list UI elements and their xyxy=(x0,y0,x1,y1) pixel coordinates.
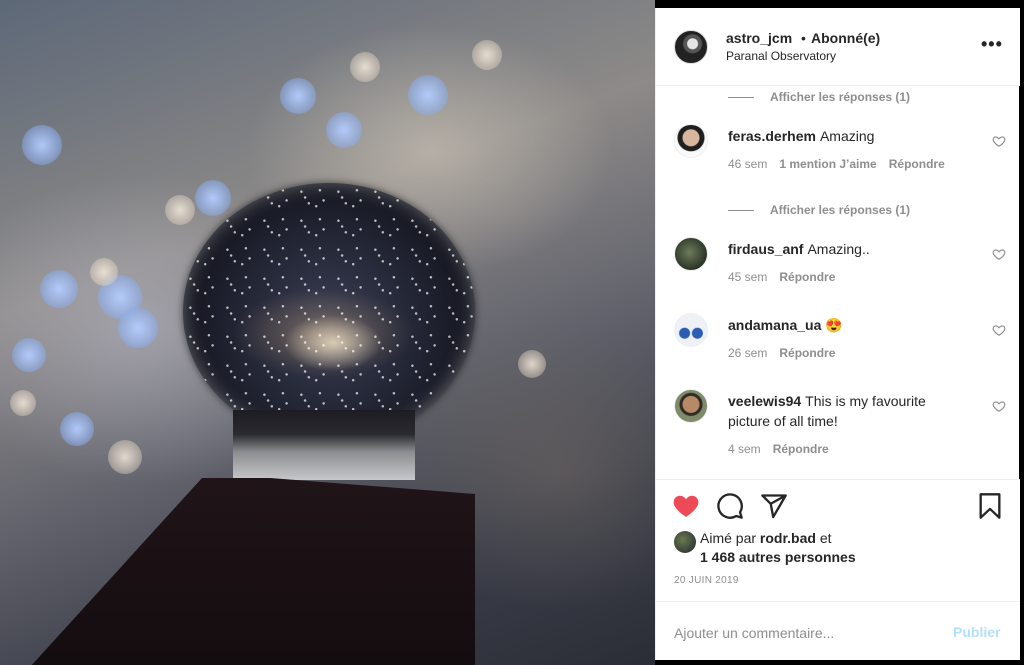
bokeh-light xyxy=(280,78,316,114)
crystal-ball xyxy=(183,183,475,441)
likes-count[interactable]: 1 468 autres personnes xyxy=(700,549,856,565)
like-comment-heart-icon[interactable] xyxy=(992,134,1006,148)
liked-by-prefix: Aimé par xyxy=(700,530,757,546)
comments-list[interactable]: Afficher les réponses (1) feras.derhem Am… xyxy=(656,86,1020,479)
view-replies-label: Afficher les réponses (1) xyxy=(770,90,911,104)
bookmark-icon[interactable] xyxy=(976,492,1004,520)
view-replies-label: Afficher les réponses (1) xyxy=(770,203,911,217)
more-options-icon[interactable]: ••• xyxy=(981,34,1003,55)
liked-by-user[interactable]: rodr.bad xyxy=(760,530,816,546)
post-header: astro_jcm • Abonné(e) Paranal Observator… xyxy=(656,8,1020,86)
post-location[interactable]: Paranal Observatory xyxy=(726,49,836,63)
view-replies-button[interactable]: Afficher les réponses (1) xyxy=(728,203,910,221)
bokeh-light xyxy=(60,412,94,446)
comment-username[interactable]: andamana_ua xyxy=(728,317,821,333)
bokeh-light xyxy=(108,440,142,474)
separator-dot: • xyxy=(801,30,806,46)
comment-username[interactable]: veelewis94 xyxy=(728,393,801,409)
comment-body: 😍 xyxy=(825,317,843,333)
bokeh-light xyxy=(10,390,36,416)
comment-likes[interactable]: 1 mention J’aime xyxy=(779,157,876,171)
avatar[interactable] xyxy=(674,313,708,347)
bokeh-light xyxy=(472,40,502,70)
comment-body: Amazing xyxy=(819,128,875,144)
bokeh-light xyxy=(165,195,195,225)
bokeh-light xyxy=(408,75,448,115)
reply-button[interactable]: Répondre xyxy=(779,346,835,360)
author-username[interactable]: astro_jcm xyxy=(726,30,792,46)
like-comment-heart-icon[interactable] xyxy=(992,247,1006,261)
like-comment-heart-icon[interactable] xyxy=(992,399,1006,413)
bokeh-light xyxy=(40,270,78,308)
comment-icon[interactable] xyxy=(716,492,744,520)
comment-body: Amazing.. xyxy=(807,241,870,257)
liker-avatar[interactable] xyxy=(674,531,696,553)
bokeh-light xyxy=(195,180,231,216)
comment-text: veelewis94 This is my favourite picture o… xyxy=(728,391,968,431)
publish-button[interactable]: Publier xyxy=(953,624,1000,640)
avatar[interactable] xyxy=(674,30,708,64)
comment-text: firdaus_anf Amazing.. xyxy=(728,239,968,259)
comment-input[interactable] xyxy=(674,622,934,644)
comment-username[interactable]: feras.derhem xyxy=(728,128,816,144)
comment-time[interactable]: 45 sem xyxy=(728,270,767,284)
reply-button[interactable]: Répondre xyxy=(889,157,945,171)
post-date[interactable]: 20 JUIN 2019 xyxy=(674,575,739,586)
divider xyxy=(728,97,754,99)
comment-time[interactable]: 46 sem xyxy=(728,157,767,171)
liked-by: Aimé par rodr.bad et xyxy=(700,530,832,546)
comment-meta: 26 sem Répondre xyxy=(728,346,847,360)
reply-button[interactable]: Répondre xyxy=(773,442,829,456)
divider xyxy=(728,210,754,212)
comment-meta: 46 sem 1 mention J’aime Répondre xyxy=(728,157,957,171)
like-comment-heart-icon[interactable] xyxy=(992,323,1006,337)
pedestal xyxy=(20,478,475,665)
bokeh-light xyxy=(326,112,362,148)
comment-text: andamana_ua 😍 xyxy=(728,315,968,335)
bokeh-light xyxy=(90,258,118,286)
avatar[interactable] xyxy=(674,237,708,271)
liked-by-and: et xyxy=(819,530,832,546)
avatar[interactable] xyxy=(674,124,708,158)
comment-text: feras.derhem Amazing xyxy=(728,126,968,146)
post-panel: astro_jcm • Abonné(e) Paranal Observator… xyxy=(655,8,1020,660)
crystal-ball-holder xyxy=(233,410,415,480)
comment-meta: 4 sem Répondre xyxy=(728,442,841,456)
bokeh-light xyxy=(350,52,380,82)
post-photo[interactable] xyxy=(0,0,655,665)
like-heart-icon[interactable] xyxy=(672,492,700,520)
add-comment-bar: Publier xyxy=(656,601,1020,661)
avatar[interactable] xyxy=(674,389,708,423)
bokeh-light xyxy=(518,350,546,378)
comment-time[interactable]: 4 sem xyxy=(728,442,761,456)
bokeh-light xyxy=(12,338,46,372)
share-icon[interactable] xyxy=(760,492,788,520)
follow-status[interactable]: Abonné(e) xyxy=(811,30,880,46)
bokeh-light xyxy=(118,308,158,348)
comment-time[interactable]: 26 sem xyxy=(728,346,767,360)
bokeh-light xyxy=(22,125,62,165)
post-actions: Aimé par rodr.bad et 1 468 autres person… xyxy=(656,479,1020,660)
comment-username[interactable]: firdaus_anf xyxy=(728,241,803,257)
reply-button[interactable]: Répondre xyxy=(779,270,835,284)
view-replies-button[interactable]: Afficher les réponses (1) xyxy=(728,90,910,108)
comment-meta: 45 sem Répondre xyxy=(728,270,847,284)
